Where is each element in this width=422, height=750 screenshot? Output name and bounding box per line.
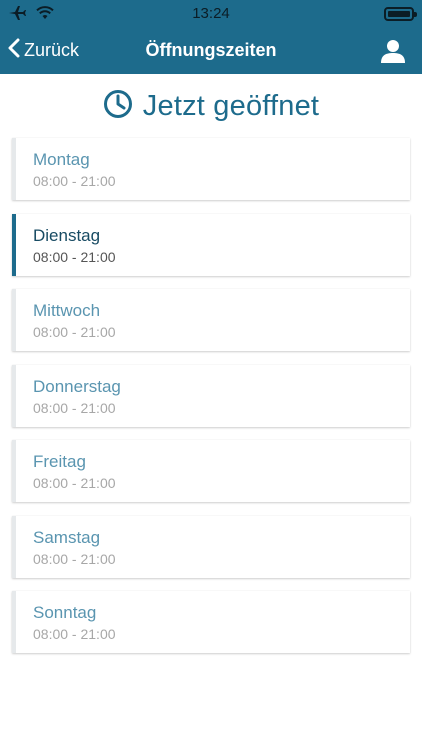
day-name: Samstag xyxy=(33,527,101,547)
day-hours: 08:00 - 21:00 xyxy=(33,173,116,189)
opening-hours-list: Montag 08:00 - 21:00 Dienstag 08:00 - 21… xyxy=(12,138,410,667)
list-item-donnerstag[interactable]: Donnerstag 08:00 - 21:00 xyxy=(12,364,410,427)
day-name: Donnerstag xyxy=(33,376,121,396)
day-hours: 08:00 - 21:00 xyxy=(33,399,116,416)
list-item-dienstag[interactable]: Dienstag 08:00 - 21:00 xyxy=(12,213,410,276)
day-name: Freitag xyxy=(33,452,86,471)
day-name: Mittwoch xyxy=(33,301,101,320)
day-hours: 08:00 - 21:00 xyxy=(33,475,116,491)
list-item-freitag[interactable]: Freitag 08:00 - 21:00 xyxy=(12,440,410,502)
day-hours: 08:00 - 21:00 xyxy=(33,550,116,567)
day-name: Montag xyxy=(33,150,90,169)
list-item-montag[interactable]: Montag 08:00 - 21:00 xyxy=(12,138,410,200)
day-name: Dienstag xyxy=(33,225,101,245)
day-name: Sonntag xyxy=(33,603,97,622)
open-status-text: Jetzt geöffnet xyxy=(142,89,320,122)
list-item-samstag[interactable]: Samstag 08:00 - 21:00 xyxy=(12,515,410,578)
nav-bar: Zurück Öffnungszeiten xyxy=(0,28,422,74)
clock-icon xyxy=(103,89,133,124)
list-item-mittwoch[interactable]: Mittwoch 08:00 - 21:00 xyxy=(12,289,410,351)
page-title: Öffnungszeiten xyxy=(145,40,277,60)
day-hours: 08:00 - 21:00 xyxy=(33,324,116,340)
open-status-heading: Jetzt geöffnet xyxy=(0,84,422,128)
list-item-sonntag[interactable]: Sonntag 08:00 - 21:00 xyxy=(12,591,410,653)
user-icon[interactable] xyxy=(380,38,406,64)
status-bar: 13:24 xyxy=(0,0,422,28)
day-hours: 08:00 - 21:00 xyxy=(33,248,116,265)
day-hours: 08:00 - 21:00 xyxy=(33,626,116,642)
battery-icon xyxy=(384,7,417,21)
status-time: 13:24 xyxy=(192,5,230,22)
